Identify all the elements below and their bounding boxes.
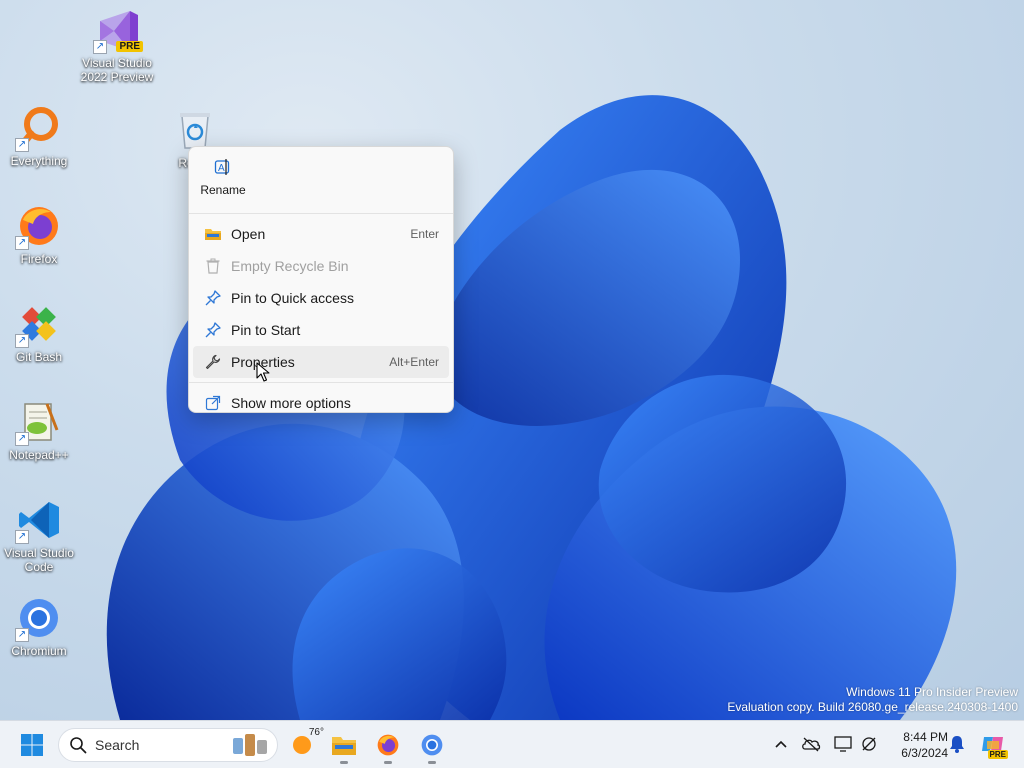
menu-item-label: Open bbox=[231, 226, 266, 242]
tray-show-hidden-icons[interactable] bbox=[770, 733, 792, 755]
menu-item-properties[interactable]: Properties Alt+Enter bbox=[193, 346, 449, 378]
rename-label: Rename bbox=[200, 183, 246, 197]
taskbar-search-box[interactable]: Search bbox=[58, 728, 278, 762]
wallpaper-bloom bbox=[106, 95, 957, 720]
desktop-icon-vscode[interactable]: ↗ Visual Studio Code bbox=[0, 496, 78, 574]
desktop-icon-label: Firefox bbox=[20, 252, 58, 266]
menu-separator bbox=[189, 382, 453, 383]
menu-item-label: Show more options bbox=[231, 395, 351, 411]
desktop-icon-chromium[interactable]: ↗ Chromium bbox=[0, 594, 78, 658]
menu-item-empty-recycle-bin: Empty Recycle Bin bbox=[193, 250, 449, 282]
desktop-icon-label: Chromium bbox=[11, 644, 67, 658]
menu-item-open[interactable]: Open Enter bbox=[193, 218, 449, 250]
watermark-line-1: Windows 11 Pro Insider Preview bbox=[846, 685, 1018, 699]
menu-item-pin-to-start[interactable]: Pin to Start bbox=[193, 314, 449, 346]
file-explorer-icon bbox=[332, 737, 356, 755]
tray-network[interactable] bbox=[858, 733, 880, 755]
taskbar-weather-button[interactable]: 76° bbox=[282, 725, 324, 765]
weather-temperature: 76° bbox=[308, 727, 324, 738]
clock-date: 6/3/2024 bbox=[901, 746, 948, 760]
evaluation-watermark: Windows 11 Pro Insider Preview Evaluatio… bbox=[727, 685, 1018, 715]
running-indicator bbox=[384, 761, 392, 764]
recycle-bin-icon bbox=[180, 113, 210, 149]
chromium-icon bbox=[421, 734, 443, 756]
onedrive-icon bbox=[802, 737, 821, 752]
running-indicator bbox=[428, 761, 436, 764]
shortcut-arrow-icon: ↗ bbox=[15, 236, 29, 250]
search-icon bbox=[70, 737, 87, 754]
firefox-icon bbox=[377, 734, 399, 756]
taskbar-firefox[interactable] bbox=[368, 725, 408, 765]
desktop-icon-label: Git Bash bbox=[15, 350, 63, 364]
tray-display[interactable] bbox=[832, 733, 854, 755]
rename-icon: A bbox=[214, 159, 230, 175]
shortcut-arrow-icon: ↗ bbox=[15, 138, 29, 152]
pre-badge: PRE bbox=[116, 41, 143, 52]
trash-icon bbox=[206, 258, 220, 274]
desktop-icon-everything[interactable]: ↗ Everything bbox=[0, 104, 78, 168]
context-menu: A Rename Open Enter Empty Recycle Bin Pi… bbox=[188, 146, 454, 413]
menu-item-pin-quick-access[interactable]: Pin to Quick access bbox=[193, 282, 449, 314]
pin-icon bbox=[205, 290, 221, 306]
watermark-line-2: Evaluation copy. Build 26080.ge_release.… bbox=[727, 700, 1018, 714]
taskbar-chromium[interactable] bbox=[412, 725, 452, 765]
desktop-icon-git-bash[interactable]: ↗ Git Bash bbox=[0, 300, 78, 364]
mouse-cursor-icon bbox=[256, 362, 270, 382]
desktop[interactable]: ↗ PRE Visual Studio 2022 Preview ↗ Every… bbox=[0, 0, 1024, 720]
tray-onedrive[interactable] bbox=[800, 733, 822, 755]
menu-item-shortcut: Alt+Enter bbox=[389, 355, 439, 369]
desktop-icon-notepad-plus-plus[interactable]: ↗ Notepad++ bbox=[0, 398, 78, 462]
tray-copilot[interactable]: PRE bbox=[980, 733, 1008, 759]
wrench-icon bbox=[205, 354, 221, 370]
svg-text:A: A bbox=[218, 163, 225, 174]
start-button[interactable] bbox=[12, 725, 52, 765]
desktop-icon-label: Notepad++ bbox=[9, 448, 69, 462]
menu-item-show-more-options[interactable]: Show more options bbox=[193, 387, 449, 419]
desktop-icon-label: Everything bbox=[10, 154, 68, 168]
network-icon bbox=[862, 737, 876, 751]
taskbar-file-explorer[interactable] bbox=[324, 725, 364, 765]
chevron-up-icon bbox=[775, 740, 787, 748]
running-indicator bbox=[340, 761, 348, 764]
shortcut-arrow-icon: ↗ bbox=[15, 530, 29, 544]
menu-item-label: Pin to Quick access bbox=[231, 290, 354, 306]
taskbar-clock[interactable]: 8:44 PM 6/3/2024 bbox=[886, 729, 948, 761]
desktop-icon-visual-studio-preview[interactable]: ↗ PRE Visual Studio 2022 Preview bbox=[78, 6, 156, 84]
folder-open-icon bbox=[205, 229, 221, 240]
context-menu-top-actions: A Rename bbox=[189, 147, 453, 213]
external-options-icon bbox=[205, 395, 221, 411]
start-icon bbox=[21, 734, 43, 756]
menu-item-label: Empty Recycle Bin bbox=[231, 258, 349, 274]
shortcut-arrow-icon: ↗ bbox=[93, 40, 107, 54]
menu-separator bbox=[189, 213, 453, 214]
search-label: Search bbox=[95, 737, 140, 753]
rename-button[interactable]: A Rename bbox=[197, 155, 249, 201]
pin-icon bbox=[205, 322, 221, 338]
desktop-icon-firefox[interactable]: ↗ Firefox bbox=[0, 202, 78, 266]
tray-notifications[interactable] bbox=[946, 733, 968, 755]
search-highlight-icon bbox=[233, 734, 267, 756]
menu-item-shortcut: Enter bbox=[410, 227, 439, 241]
desktop-icon-label: Visual Studio 2022 Preview bbox=[80, 56, 154, 84]
display-icon bbox=[834, 736, 852, 752]
clock-time: 8:44 PM bbox=[903, 730, 948, 744]
shortcut-arrow-icon: ↗ bbox=[15, 334, 29, 348]
bell-icon bbox=[950, 736, 964, 753]
shortcut-arrow-icon: ↗ bbox=[15, 432, 29, 446]
copilot-pre-badge: PRE bbox=[987, 750, 1008, 759]
shortcut-arrow-icon: ↗ bbox=[15, 628, 29, 642]
taskbar: Search 76° 8:44 PM 6/3/2024 PRE bbox=[0, 720, 1024, 768]
desktop-icon-label: Visual Studio Code bbox=[4, 546, 74, 574]
menu-item-label: Pin to Start bbox=[231, 322, 301, 338]
